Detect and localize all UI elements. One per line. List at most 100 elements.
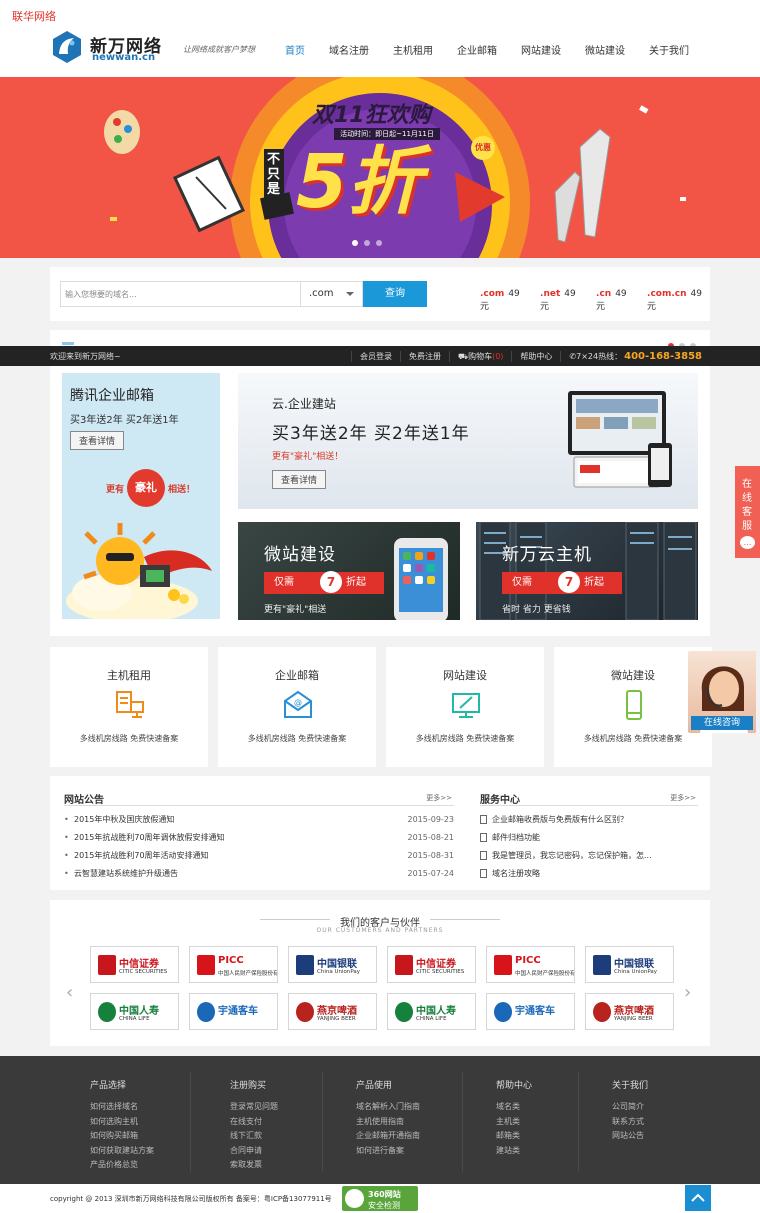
faq-item[interactable]: 邮件归档功能	[480, 828, 698, 846]
footer-link[interactable]: 如何获取建站方案	[90, 1145, 154, 1160]
cart-link[interactable]: ⛟购物车(0)	[449, 350, 511, 362]
footer-link[interactable]: 合同申请	[230, 1145, 278, 1160]
service-card-website[interactable]: 网站建设 多线机房线路 免费快速备案	[386, 647, 544, 767]
footer-link[interactable]: 如何选购主机	[90, 1116, 154, 1131]
domain-search-button[interactable]: 查询	[363, 281, 427, 307]
nav-email[interactable]: 企业邮箱	[457, 42, 497, 58]
footer-heading: 注册购买	[230, 1081, 267, 1091]
partner-logo[interactable]: 中信证券 CITIC SECURITIES	[387, 946, 476, 983]
footer-link[interactable]: 产品价格总览	[90, 1159, 154, 1174]
promo-wei-tag: 仅需 7 折起	[264, 571, 384, 594]
tld-select[interactable]: .com	[300, 281, 363, 307]
footer-link[interactable]: 主机类	[496, 1116, 532, 1131]
promo-cloud-host[interactable]: 新万云主机 仅需 7 折起 省时 省力 更省钱	[476, 522, 698, 620]
footer-link[interactable]: 域名类	[496, 1101, 532, 1116]
shield-icon	[345, 1189, 364, 1208]
help-link[interactable]: 帮助中心	[511, 350, 560, 362]
news-panel: 网站公告 更多>> • 2015年中秋及国庆放假通知 2015-09-23 • 201…	[50, 776, 710, 890]
service-center-header: 服务中心 更多>>	[480, 790, 698, 806]
notice-item[interactable]: • 2015年中秋及国庆放假通知 2015-09-23	[64, 810, 454, 828]
partner-mark-icon	[197, 1002, 215, 1022]
partner-mark-icon	[296, 955, 314, 975]
partner-name: PICC	[218, 955, 244, 966]
banner-not-only: 不只是	[264, 149, 284, 200]
partner-logo[interactable]: PICC 中国人民财产保险股份有限公司	[486, 946, 575, 983]
promo-cloud-site[interactable]: 云.企业建站 买3年送2年 买2年送1年 更有"豪礼"相送！ 查看详情	[238, 373, 698, 509]
nav-hosting[interactable]: 主机租用	[393, 42, 433, 58]
service-card-hosting[interactable]: 主机租用 多线机房线路 免费快速备案	[50, 647, 208, 767]
footer-link[interactable]: 网站公告	[612, 1130, 648, 1145]
footer-link[interactable]: 登录常见问题	[230, 1101, 278, 1116]
promo-wei-title: 微站建设	[264, 545, 336, 565]
notice-item[interactable]: • 2015年抗战胜利70周年活动安排通知 2015-08-31	[64, 846, 454, 864]
back-to-top-button[interactable]	[685, 1185, 711, 1211]
partner-logo[interactable]: 中国银联 China UnionPay	[288, 946, 377, 983]
online-consult-widget[interactable]: 在线咨询	[688, 651, 756, 733]
register-link[interactable]: 免费注册	[400, 350, 449, 362]
footer-link[interactable]: 主机使用指南	[356, 1116, 420, 1131]
login-link[interactable]: 会员登录	[351, 350, 400, 362]
partner-logo[interactable]: 燕京啤酒 YANJING BEER	[585, 993, 674, 1030]
faq-item[interactable]: 企业邮箱收费版与免费版有什么区别？	[480, 810, 698, 828]
footer-link[interactable]: 索取发票	[230, 1159, 278, 1174]
price-item[interactable]: .net 49元	[540, 289, 584, 312]
footer-link[interactable]: 建站类	[496, 1145, 532, 1160]
partner-name: 宇通客车	[515, 1006, 555, 1017]
notice-item[interactable]: • 云智慧建站系统维护升级通告 2015-07-24	[64, 864, 454, 882]
hero-banner[interactable]: 双11狂欢购 活动时间：即日起~11月11日 不只是 5折 优惠	[0, 77, 760, 258]
nav-microsite[interactable]: 微站建设	[585, 42, 625, 58]
footer-col-purchase: 注册购买 登录常见问题 在线支付 线下汇款 合同申请 索取发票	[230, 1078, 278, 1174]
promo-mail-details-button[interactable]: 查看详情	[70, 431, 125, 450]
footer-link[interactable]: 邮箱类	[496, 1130, 532, 1145]
footer-link[interactable]: 域名解析入门指南	[356, 1101, 420, 1116]
notices-more-link[interactable]: 更多>>	[426, 793, 452, 803]
promo-panel: 腾讯企业邮箱 买3年送2年 买2年送1年 查看详情 更有 豪礼 相送！ 云.企业建站…	[50, 366, 710, 636]
promo-tencent-mail[interactable]: 腾讯企业邮箱 买3年送2年 买2年送1年 查看详情 更有 豪礼 相送！	[62, 373, 220, 619]
chevron-left-icon[interactable]: ‹	[66, 982, 73, 1003]
banner-dot-1[interactable]	[352, 240, 358, 246]
footer-link[interactable]: 公司简介	[612, 1101, 648, 1116]
site-logo[interactable]: 新万网络 newwan.cn	[50, 30, 180, 66]
nav-about[interactable]: 关于我们	[649, 42, 689, 58]
faq-item[interactable]: 域名注册攻略	[480, 864, 698, 882]
partner-logo[interactable]: 宇通客车	[189, 993, 278, 1030]
security-badge-360[interactable]: 360网站 安全检测	[342, 1186, 418, 1211]
faq-item[interactable]: 我是管理员，我忘记密码，忘记保护箱，怎...	[480, 846, 698, 864]
footer-link[interactable]: 联系方式	[612, 1116, 648, 1131]
partner-logo[interactable]: 中国人寿 CHINA LIFE	[387, 993, 476, 1030]
banner-dot-2[interactable]	[364, 240, 370, 246]
footer-link[interactable]: 如何选择域名	[90, 1101, 154, 1116]
notice-item[interactable]: • 2015年抗战胜利70周年调休放假安排通知 2015-08-21	[64, 828, 454, 846]
nav-home[interactable]: 首页	[285, 42, 305, 58]
nav-website[interactable]: 网站建设	[521, 42, 561, 58]
chevron-right-icon[interactable]: ›	[684, 982, 691, 1003]
partner-english-name: YANJING BEER	[614, 1016, 653, 1022]
partner-mark-icon	[296, 1002, 314, 1022]
banner-dot-3[interactable]	[376, 240, 382, 246]
partner-logo[interactable]: 中信证券 CITIC SECURITIES	[90, 946, 179, 983]
price-item[interactable]: .cn 49元	[596, 289, 635, 312]
price-item[interactable]: .com 49元	[480, 289, 528, 312]
service-center-more-link[interactable]: 更多>>	[670, 793, 696, 803]
partner-logo[interactable]: 中国银联 China UnionPay	[585, 946, 674, 983]
cart-icon: ⛟	[458, 351, 469, 361]
notices-title: 网站公告	[64, 795, 104, 806]
price-item[interactable]: .com.cn 49元	[647, 289, 710, 312]
service-title: 企业邮箱	[275, 669, 319, 682]
partner-logo[interactable]: 中国人寿 CHINA LIFE	[90, 993, 179, 1030]
partner-logo[interactable]: 燕京啤酒 YANJING BEER	[288, 993, 377, 1030]
footer-link[interactable]: 企业邮箱开通指南	[356, 1130, 420, 1145]
partner-logo[interactable]: PICC 中国人民财产保险股份有限公司	[189, 946, 278, 983]
service-card-email[interactable]: 企业邮箱 @ 多线机房线路 免费快速备案	[218, 647, 376, 767]
promo-microsite[interactable]: 微站建设 仅需 7 折起 更有"豪礼"相送	[238, 522, 460, 620]
footer-col-usage: 产品使用 域名解析入门指南 主机使用指南 企业邮箱开通指南 如何进行备案	[356, 1078, 420, 1159]
online-service-tab[interactable]: 在线客服 …	[735, 466, 760, 558]
nav-domain[interactable]: 域名注册	[329, 42, 369, 58]
footer-link[interactable]: 线下汇款	[230, 1130, 278, 1145]
footer-link[interactable]: 如何购买邮箱	[90, 1130, 154, 1145]
footer-link[interactable]: 在线支付	[230, 1116, 278, 1131]
promo-site-details-button[interactable]: 查看详情	[272, 470, 327, 489]
banner-pagination	[352, 240, 382, 246]
footer-link[interactable]: 如何进行备案	[356, 1145, 420, 1160]
partner-logo[interactable]: 宇通客车	[486, 993, 575, 1030]
